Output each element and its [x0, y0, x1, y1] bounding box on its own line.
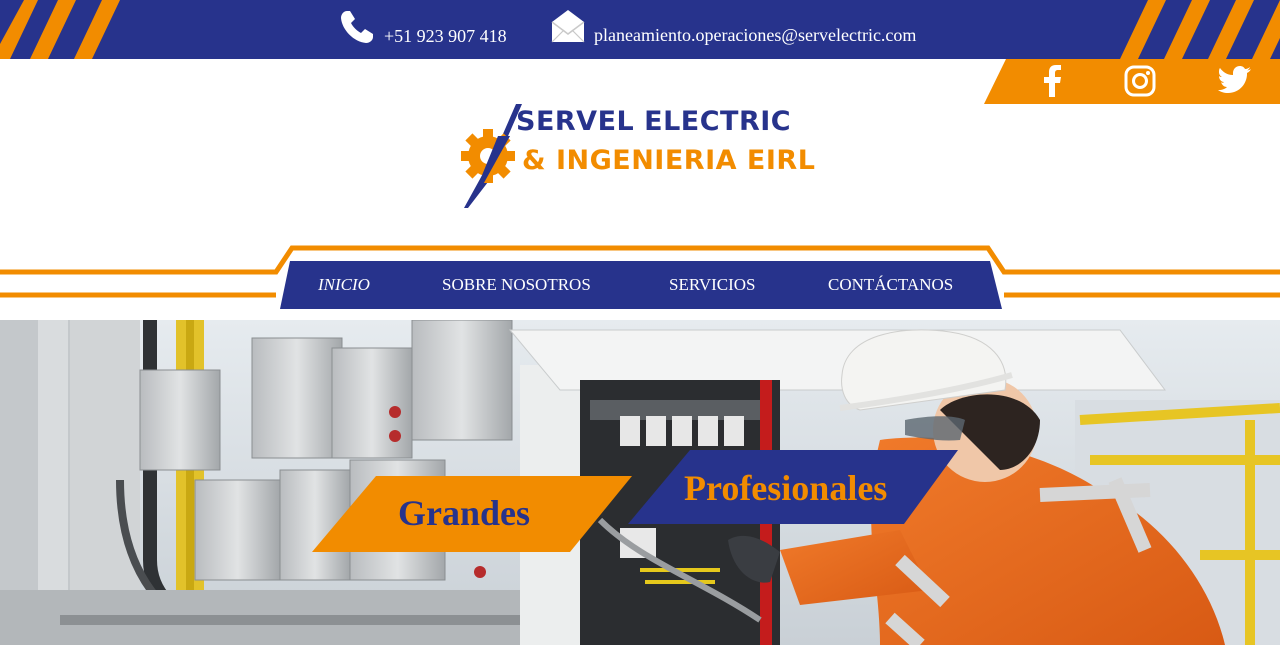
- social-links: [984, 59, 1280, 104]
- nav-item-inicio[interactable]: INICIO: [318, 275, 370, 295]
- email-contact[interactable]: planeamiento.operaciones@servelectric.co…: [550, 8, 916, 49]
- logo-text-line2: & INGENIERIA EIRL: [522, 145, 816, 176]
- nav-item-sobre-nosotros[interactable]: SOBRE NOSOTROS: [442, 275, 591, 295]
- facebook-icon[interactable]: [1042, 65, 1062, 102]
- phone-number: +51 923 907 418: [384, 26, 507, 46]
- top-contact-bar: +51 923 907 418 planeamiento.operaciones…: [0, 0, 1280, 59]
- logo-text-line1: SERVEL ELECTRIC: [516, 106, 792, 137]
- twitter-icon[interactable]: [1218, 65, 1252, 100]
- envelope-icon: [550, 8, 586, 49]
- hero-tag-profesionales: Profesionales: [684, 468, 888, 508]
- nav-item-contactanos[interactable]: CONTÁCTANOS: [828, 275, 953, 295]
- email-address: planeamiento.operaciones@servelectric.co…: [594, 25, 917, 45]
- main-navigation: INICIO SOBRE NOSOTROS SERVICIOS CONTÁCTA…: [280, 261, 1002, 309]
- instagram-icon[interactable]: [1124, 65, 1156, 102]
- decorative-stripes-left: [0, 0, 120, 59]
- decorative-stripes-right: [1120, 0, 1280, 59]
- phone-contact[interactable]: +51 923 907 418: [338, 8, 507, 51]
- hero-tag-grandes: Grandes: [398, 493, 531, 533]
- hero-banner: Grandes Profesionales: [0, 320, 1280, 645]
- nav-item-servicios[interactable]: SERVICIOS: [669, 275, 756, 295]
- company-logo[interactable]: SERVEL ELECTRIC & INGENIERIA EIRL: [458, 100, 848, 210]
- phone-icon: [338, 8, 376, 51]
